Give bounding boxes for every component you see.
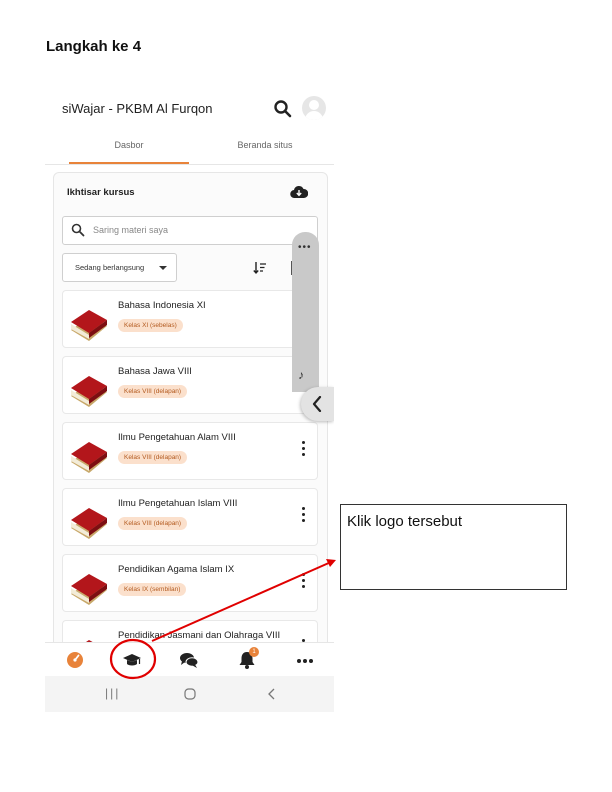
- pointer-arrow: [151, 561, 332, 642]
- highlight-circle: [109, 638, 157, 680]
- annotation-overlay: [109, 559, 336, 680]
